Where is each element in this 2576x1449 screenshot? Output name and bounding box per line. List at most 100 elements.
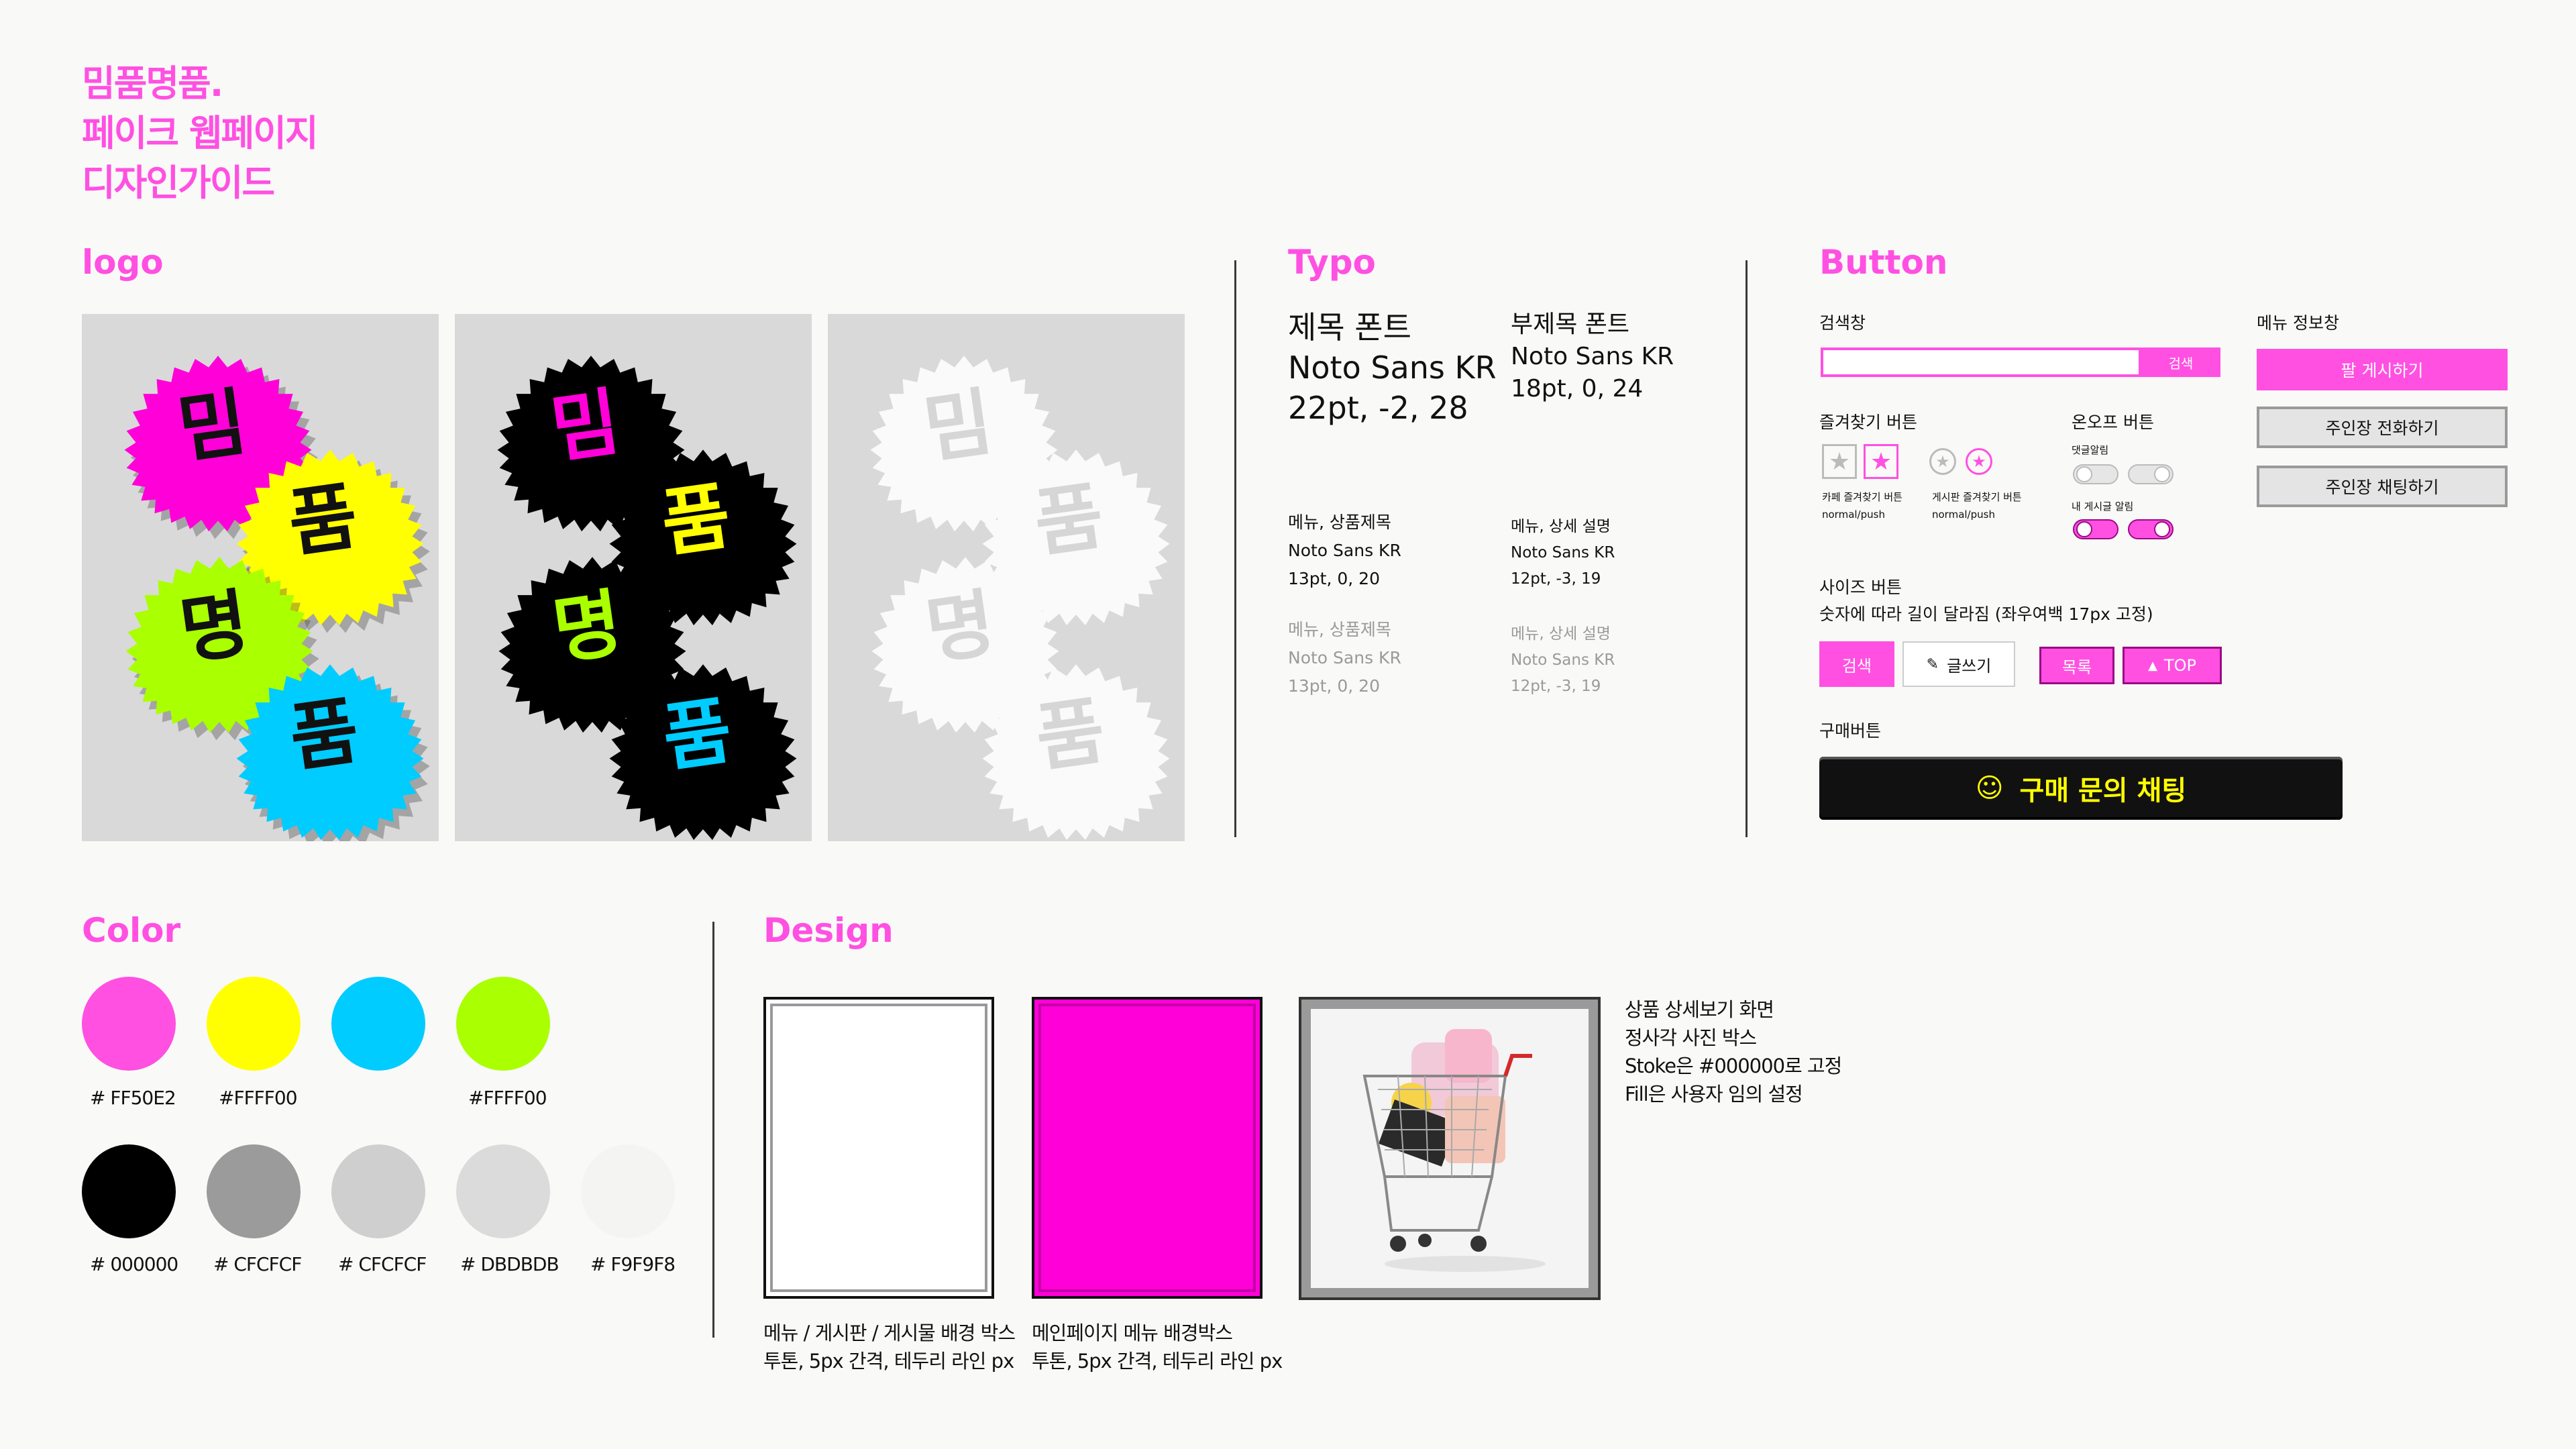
typo-heading: Typo bbox=[1288, 243, 1376, 282]
logo-char: 명 bbox=[921, 580, 1000, 675]
typo-spec: 22pt, -2, 28 bbox=[1288, 390, 1468, 426]
call-owner-button[interactable]: 주인장 전화하기 bbox=[2257, 407, 2508, 448]
star-icon: ★ bbox=[1870, 447, 1892, 476]
comment-alarm-toggle-off[interactable] bbox=[2073, 464, 2118, 484]
menu-info-label: 메뉴 정보창 bbox=[2257, 313, 2339, 333]
size-write-button[interactable]: ✎ 글쓰기 bbox=[1902, 641, 2015, 687]
favorite-star-normal[interactable]: ★ bbox=[1822, 444, 1857, 479]
caption-line: Fill은 사용자 임의 설정 bbox=[1625, 1083, 1803, 1106]
size-top-button[interactable]: ▲ TOP bbox=[2123, 647, 2222, 684]
typo-menu-product-gray: 메뉴, 상품제목 Noto Sans KR 13pt, 0, 20 bbox=[1288, 616, 1401, 700]
caption-line: 정사각 사진 박스 bbox=[1625, 1026, 1757, 1049]
caption-line: 투톤, 5px 간격, 테두리 라인 px bbox=[1032, 1350, 1283, 1373]
size-label: 사이즈 버튼 bbox=[1819, 578, 1902, 597]
logo-char: 명 bbox=[175, 580, 254, 675]
logo-color: 밈 품 명 품 bbox=[124, 356, 430, 848]
photo-box-frame bbox=[1299, 997, 1601, 1300]
typo-font: Noto Sans KR bbox=[1288, 648, 1401, 667]
product-photo bbox=[1311, 1009, 1589, 1288]
logo-white: 밈 품 명 품 bbox=[870, 356, 1170, 841]
post-alarm-toggle-on[interactable] bbox=[2073, 519, 2118, 539]
favorite-board-normal[interactable]: ★ bbox=[1929, 448, 1956, 475]
favorite-board-caption: 게시판 즐겨찾기 버튼 normal/push bbox=[1932, 488, 2022, 523]
logo-char: 품 bbox=[1031, 688, 1110, 782]
divider bbox=[712, 922, 714, 1338]
caption-line: 상품 상세보기 화면 bbox=[1625, 998, 1774, 1021]
caption-line: 메뉴 / 게시판 / 게시물 배경 박스 bbox=[763, 1322, 1016, 1344]
photo-box-caption: 상품 상세보기 화면 정사각 사진 박스 Stoke은 #000000로 고정 … bbox=[1625, 996, 1842, 1108]
post-alarm-label: 내 게시글 알림 bbox=[2072, 500, 2134, 513]
logo-char: 밈 bbox=[173, 379, 252, 474]
toggle-knob bbox=[2076, 521, 2092, 537]
buy-chat-label: 구매 문의 채팅 bbox=[2019, 775, 2187, 806]
caption-line: normal/push bbox=[1932, 508, 1995, 521]
logo-char: 품 bbox=[285, 688, 364, 782]
buy-label: 구매버튼 bbox=[1819, 721, 1882, 741]
size-top-label: TOP bbox=[2163, 656, 2196, 675]
divider bbox=[1746, 260, 1748, 837]
chat-icon: ☺ bbox=[1975, 773, 2004, 804]
design-heading: Design bbox=[763, 911, 894, 950]
color-swatch-yellow bbox=[207, 977, 301, 1071]
logo-panel-black: 밈 품 명 품 bbox=[455, 314, 812, 841]
caption-line: Stoke은 #000000로 고정 bbox=[1625, 1055, 1842, 1077]
typo-label: 부제목 폰트 bbox=[1511, 311, 1630, 338]
typo-menu-detail-gray: 메뉴, 상세 설명 Noto Sans KR 12pt, -3, 19 bbox=[1511, 621, 1615, 700]
color-label: # FF50E2 bbox=[90, 1087, 176, 1109]
typo-subtitle-font: 부제목 폰트 Noto Sans KR 18pt, 0, 24 bbox=[1511, 309, 1674, 405]
sell-post-button[interactable]: 팔 게시하기 bbox=[2257, 349, 2508, 390]
typo-font: Noto Sans KR bbox=[1288, 350, 1497, 386]
favorite-board-push[interactable]: ★ bbox=[1966, 448, 1992, 475]
typo-label: 메뉴, 상세 설명 bbox=[1511, 625, 1611, 643]
search-input[interactable] bbox=[1821, 347, 2141, 377]
logo-char: 품 bbox=[658, 688, 737, 782]
color-swatch-darkgray bbox=[207, 1144, 301, 1238]
caption-line: 메인페이지 메뉴 배경박스 bbox=[1032, 1322, 1233, 1344]
chat-owner-button[interactable]: 주인장 채팅하기 bbox=[2257, 466, 2508, 507]
size-search-button[interactable]: 검색 bbox=[1819, 641, 1894, 687]
button-heading: Button bbox=[1819, 243, 1948, 282]
size-write-label: 글쓰기 bbox=[1947, 656, 1992, 676]
triangle-up-icon: ▲ bbox=[2148, 658, 2157, 673]
pink-box-caption: 메인페이지 메뉴 배경박스 투톤, 5px 간격, 테두리 라인 px bbox=[1032, 1319, 1283, 1375]
typo-spec: 12pt, -3, 19 bbox=[1511, 678, 1601, 695]
size-description: 숫자에 따라 길이 달라짐 (좌우여백 17px 고정) bbox=[1819, 604, 2153, 624]
size-list-button[interactable]: 목록 bbox=[2039, 647, 2114, 684]
logo-char: 명 bbox=[548, 580, 627, 675]
typo-menu-detail: 메뉴, 상세 설명 Noto Sans KR 12pt, -3, 19 bbox=[1511, 514, 1615, 592]
favorite-star-push[interactable]: ★ bbox=[1864, 444, 1898, 479]
logo-char: 품 bbox=[284, 473, 363, 568]
typo-font: Noto Sans KR bbox=[1288, 541, 1401, 560]
favorite-cafe-caption: 카페 즐겨찾기 버튼 normal/push bbox=[1822, 488, 1902, 523]
color-label: #FFFF00 bbox=[468, 1087, 547, 1109]
page-title-line1: 밈품명품. bbox=[82, 62, 223, 105]
star-icon: ★ bbox=[1828, 447, 1851, 476]
caption-line: normal/push bbox=[1822, 508, 1885, 521]
page-title-line3: 디자인가이드 bbox=[82, 162, 275, 204]
onoff-label: 온오프 버튼 bbox=[2072, 413, 2154, 432]
color-label: #FFFF00 bbox=[219, 1087, 298, 1109]
color-swatch-offwhite bbox=[581, 1144, 675, 1238]
typo-spec: 12pt, -3, 19 bbox=[1511, 570, 1601, 588]
star-icon: ★ bbox=[1972, 452, 1986, 471]
typo-font: Noto Sans KR bbox=[1511, 544, 1615, 561]
shopping-cart-icon bbox=[1311, 1009, 1589, 1288]
toggle-knob bbox=[2154, 521, 2170, 537]
comment-alarm-toggle-off-2[interactable] bbox=[2128, 464, 2174, 484]
color-swatch-gray bbox=[331, 1144, 425, 1238]
search-button[interactable]: 검색 bbox=[2141, 347, 2220, 377]
page-title: 밈품명품. 페이크 웹페이지 디자인가이드 bbox=[82, 59, 319, 208]
logo-heading: logo bbox=[82, 243, 164, 282]
typo-menu-product: 메뉴, 상품제목 Noto Sans KR 13pt, 0, 20 bbox=[1288, 508, 1401, 593]
typo-label: 제목 폰트 bbox=[1288, 309, 1411, 345]
divider bbox=[1234, 260, 1236, 837]
logo-black: 밈 품 명 품 bbox=[497, 356, 797, 841]
caption-line: 게시판 즐겨찾기 버튼 bbox=[1932, 491, 2022, 503]
typo-spec: 13pt, 0, 20 bbox=[1288, 569, 1380, 588]
typo-font: Noto Sans KR bbox=[1511, 651, 1615, 669]
favorite-label: 즐겨찾기 버튼 bbox=[1819, 413, 1917, 432]
post-alarm-toggle-on-2[interactable] bbox=[2128, 519, 2174, 539]
pink-background-box bbox=[1032, 997, 1263, 1299]
buy-chat-button[interactable]: ☺ 구매 문의 채팅 bbox=[1819, 757, 2343, 820]
color-heading: Color bbox=[82, 911, 181, 950]
